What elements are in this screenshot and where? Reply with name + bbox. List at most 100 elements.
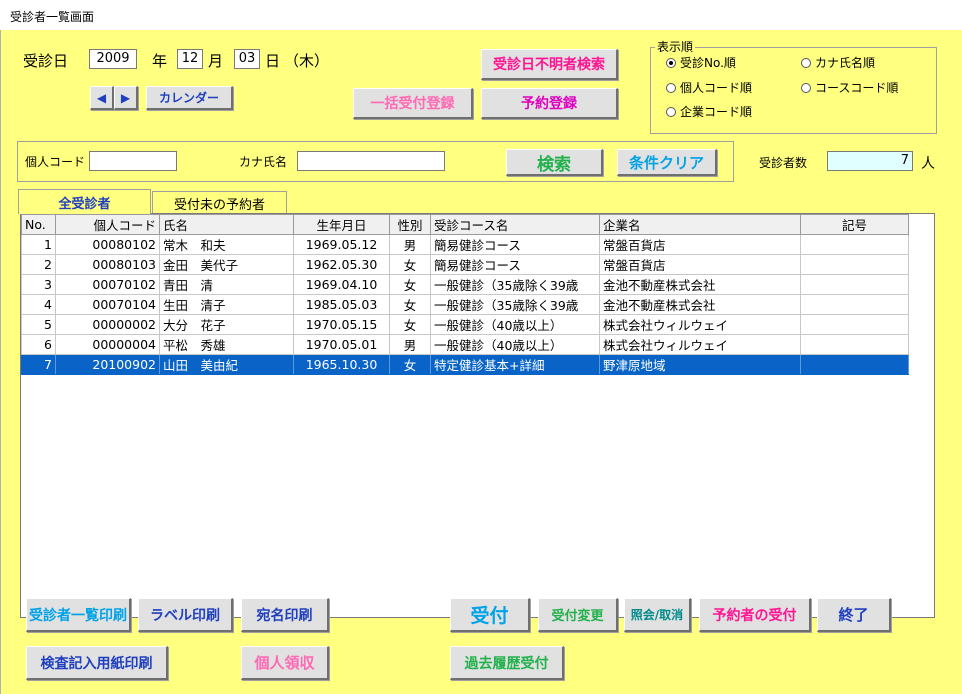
personal-receipt-button[interactable]: 個人領収 [241,646,329,680]
sort-option-personal-code[interactable]: 個人コード順 [666,79,752,96]
cell-row-no: 7 [21,354,56,375]
cell-symbol [800,294,909,315]
cell-company: 株式会社ウィルウェイ [599,314,801,335]
cell-course: 一般健診（40歳以上） [430,334,600,355]
print-patient-list-button[interactable]: 受診者一覧印刷 [26,598,131,632]
cell-name: 常木 和夫 [159,234,294,255]
cell-symbol [800,314,909,335]
cell-personal-code: 00070104 [55,294,160,315]
column-header-course[interactable]: 受診コース名 [430,214,600,235]
cell-name: 生田 清子 [159,294,294,315]
print-address-button[interactable]: 宛名印刷 [241,598,329,632]
table-row[interactable]: 2 00080103 金田 美代子 1962.05.30 女簡易健診コース 常盤百貨店 [21,254,909,275]
sort-option-kana[interactable]: カナ氏名順 [801,54,875,71]
cell-sex: 男 [389,234,431,255]
cell-personal-code: 00070102 [55,274,160,295]
exit-button[interactable]: 終了 [817,598,891,632]
cell-course: 一般健診（35歳除く39歳 [430,294,600,315]
patient-count-label: 受診者数 [759,156,808,170]
day-unit: 日 [265,52,281,70]
table-row[interactable]: 1 00080102 常木 和夫 1969.05.12 男簡易健診コース 常盤百貨店 [21,234,909,255]
radio-selected-icon [666,57,676,68]
cell-row-no: 2 [21,254,56,275]
sort-option-exam-no[interactable]: 受診No.順 [666,54,736,71]
cell-symbol [800,234,909,255]
cell-name: 平松 秀雄 [159,334,294,355]
cell-company: 株式会社ウィルウェイ [599,334,801,355]
tab-unreceived-reservations[interactable]: 受付未の予約者 [152,191,287,214]
month-unit: 月 [208,52,224,70]
cell-birthdate: 1970.05.15 [293,314,390,335]
column-header-sex[interactable]: 性別 [389,214,431,235]
change-reception-button[interactable]: 受付変更 [538,598,618,632]
cell-course: 簡易健診コース [430,234,600,255]
cell-birthdate: 1970.05.01 [293,334,390,355]
weekday-label: （木） [284,52,330,70]
cell-row-no: 3 [21,274,56,295]
cell-row-no: 4 [21,294,56,315]
window-title: 受診者一覧画面 [0,0,962,30]
kana-name-label: カナ氏名 [239,155,288,169]
patient-count-unit: 人 [921,156,935,172]
reception-button[interactable]: 受付 [450,598,530,632]
column-header-personal-code[interactable]: 個人コード [55,214,160,235]
cell-course: 特定健診基本+詳細 [430,354,600,375]
column-header-symbol[interactable]: 記号 [800,214,909,235]
cell-sex: 男 [389,334,431,355]
reserved-reception-button[interactable]: 予約者の受付 [699,598,811,632]
kana-name-input[interactable] [297,151,445,171]
sort-option-company-code[interactable]: 企業コード順 [666,103,752,120]
radio-icon [801,82,811,93]
reservation-button[interactable]: 予約登録 [481,88,618,119]
table-row[interactable]: 7 20100902 山田 美由紀 1965.10.30 女特定健診基本+詳細 野津原地域 [21,354,909,375]
table-header-row: No. 個人コード 氏名 生年月日 性別 受診コース名 企業名 記号 [21,214,909,235]
cell-personal-code: 00080102 [55,234,160,255]
prev-day-button[interactable]: ◀ [90,86,114,110]
table-row[interactable]: 6 00000004 平松 秀雄 1970.05.01 男一般健診（40歳以上） 株式会社… [21,334,909,355]
patient-count-value: 7 [827,151,913,171]
table-row[interactable]: 4 00070104 生田 清子 1985.05.03 女一般健診（35歳除く39歳 金池… [21,294,909,315]
cell-row-no: 5 [21,314,56,335]
cell-company: 常盤百貨店 [599,254,801,275]
radio-icon [666,106,676,117]
year-unit: 年 [152,52,168,70]
personal-code-input[interactable] [89,151,177,171]
month-field[interactable]: 12 [177,49,203,69]
cell-symbol [800,334,909,355]
cell-personal-code: 00000004 [55,334,160,355]
cell-name: 青田 清 [159,274,294,295]
cell-personal-code: 00000002 [55,314,160,335]
cell-company: 野津原地域 [599,354,801,375]
print-label-button[interactable]: ラベル印刷 [138,598,233,632]
cell-symbol [800,254,909,275]
bulk-reception-button[interactable]: 一括受付登録 [353,88,473,119]
next-day-button[interactable]: ▶ [114,86,138,110]
personal-code-label: 個人コード [25,155,86,169]
table-row[interactable]: 3 00070102 青田 清 1969.04.10 女一般健診（35歳除く39歳 金池不… [21,274,909,295]
unknown-date-search-button[interactable]: 受診日不明者検索 [481,49,618,80]
column-header-birthdate[interactable]: 生年月日 [293,214,390,235]
radio-icon [666,82,676,93]
print-exam-form-button[interactable]: 検査記入用紙印刷 [26,646,168,680]
history-reception-button[interactable]: 過去履歴受付 [450,646,564,680]
column-header-name[interactable]: 氏名 [159,214,294,235]
year-field[interactable]: 2009 [89,49,137,69]
day-field[interactable]: 03 [234,49,260,69]
cell-sex: 女 [389,274,431,295]
column-header-no[interactable]: No. [21,214,56,235]
cell-symbol [800,354,909,375]
cell-symbol [800,274,909,295]
cell-birthdate: 1969.05.12 [293,234,390,255]
cell-course: 簡易健診コース [430,254,600,275]
cell-birthdate: 1969.04.10 [293,274,390,295]
sort-option-course-code[interactable]: コースコード順 [801,79,898,96]
search-button[interactable]: 検索 [506,149,603,176]
radio-icon [801,57,811,68]
clear-conditions-button[interactable]: 条件クリア [617,149,717,176]
column-header-company[interactable]: 企業名 [599,214,801,235]
table-row[interactable]: 5 00000002 大分 花子 1970.05.15 女一般健診（40歳以上） 株式会社… [21,314,909,335]
calendar-button[interactable]: カレンダー [146,86,233,110]
tab-all-patients[interactable]: 全受診者 [18,189,151,214]
inquiry-cancel-button[interactable]: 照会/取消 [624,598,691,632]
arrow-right-icon: ▶ [120,90,131,105]
